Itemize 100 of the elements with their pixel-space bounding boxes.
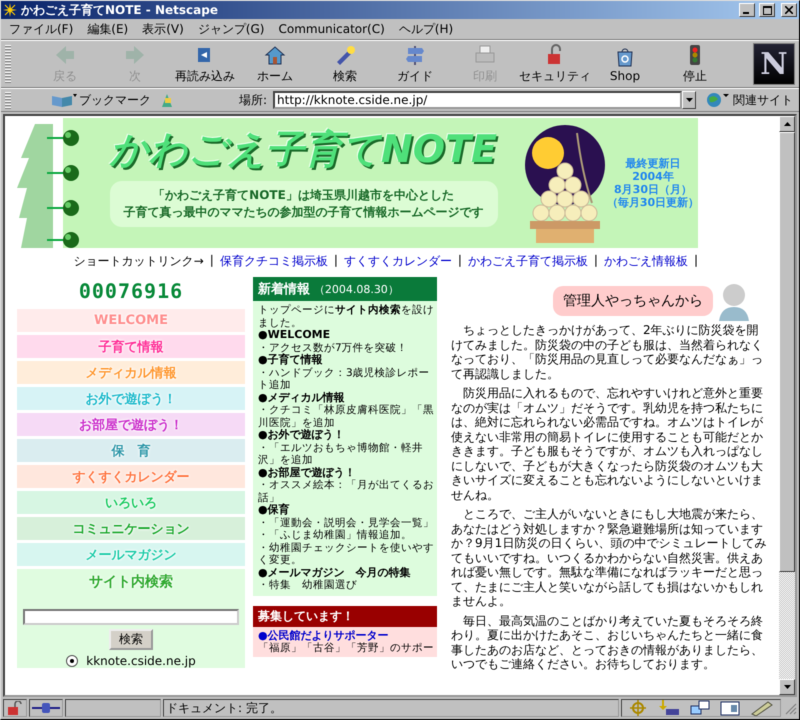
- radio-label: kknote.cside.ne.jp: [86, 654, 196, 668]
- maximize-icon: [762, 6, 772, 14]
- speech-bubble: 管理人やっちゃんから: [553, 286, 713, 316]
- toolbar-button[interactable]: Shop: [591, 43, 659, 85]
- house-icon: [264, 44, 286, 66]
- separator: |: [694, 253, 698, 269]
- maximize-button[interactable]: [759, 3, 775, 17]
- chat-icon[interactable]: [690, 700, 710, 716]
- news-text: ・「ふじま幼稚園」情報追加。: [258, 529, 413, 542]
- news-heading: ●お部屋で遊ぼう！: [258, 466, 357, 479]
- separator: |: [334, 253, 338, 269]
- resize-grip-icon[interactable]: [783, 701, 797, 715]
- right-arrow-icon: [124, 44, 146, 66]
- search-button[interactable]: 検索: [109, 629, 153, 650]
- news-heading: ●お外で遊ぼう！: [258, 429, 346, 442]
- address-card-icon[interactable]: [720, 700, 740, 716]
- news-heading: ●保育: [258, 504, 291, 516]
- related-sites-button[interactable]: 関連サイト: [702, 92, 799, 108]
- recruit-link[interactable]: ●公民館だよりサポーター: [258, 628, 432, 642]
- minimize-button[interactable]: [739, 3, 755, 17]
- scroll-up-button[interactable]: [779, 116, 795, 132]
- recruit-title: 募集しています！: [253, 606, 437, 626]
- news-text: トップページにサイト内検索を設けました。: [258, 304, 434, 329]
- news-text: ・アクセス数が7万件を突破！: [258, 342, 409, 354]
- toolbar-button[interactable]: セキュリティ: [521, 43, 589, 85]
- close-icon: [785, 6, 793, 14]
- plug-icon[interactable]: [32, 702, 60, 714]
- news-text: ・特集 幼稚園選び: [258, 579, 358, 592]
- pen-icon[interactable]: [750, 700, 774, 716]
- shortcut-link[interactable]: 保育クチコミ掲示板: [220, 253, 328, 270]
- sparkle-icon: [3, 3, 17, 17]
- radio-button[interactable]: [66, 655, 78, 667]
- toolbar-button[interactable]: 検索: [311, 43, 379, 85]
- separator: |: [594, 253, 598, 269]
- shortcut-label: ショートカットリンク→: [74, 253, 204, 270]
- close-button[interactable]: [781, 3, 797, 17]
- separator: |: [210, 253, 214, 269]
- menu-item[interactable]: ヘルプ(H): [398, 20, 454, 38]
- news-heading: ●WELCOME: [258, 329, 332, 342]
- article-paragraph: ちょっとしたきっかけがあって、2年ぶりに防災袋を開けてみました。防災袋の中の子ども服は、当然着られなくなっており、「防災用品の見直しって必要なんだなぁ」って再認識しました。: [451, 323, 764, 381]
- status-text: ドキュメント: 完了。: [166, 700, 282, 716]
- news-heading: ●子育て情報: [258, 354, 324, 366]
- article-paragraph: ところで、ご主人がいないときにもし大地震が来たら、あなたはどう対処しますか？緊急避難場所は知っていますか？9月1日防災の日くらい、頭の中でシミュレートしてみてもいいですね。いつくるかわからない自然災害。供えあれば憂い無しです。無駄な準備になればラッキーだと思って、たまにご主人と笑いながら話しても損はないかもしれませんよ。: [451, 507, 768, 608]
- toolbar-button[interactable]: 再読み込み: [171, 43, 239, 85]
- article-paragraph: 毎日、最高気温のことばかり考えていた夏もそろそろ終わり。夏に出かけたあそこ、おじいちゃんたちと一緒に食事したあのお店など、とっておきの情報がありましたら、いつでもご連絡ください。お待ちしております。: [451, 614, 764, 672]
- toolbar-grip[interactable]: [5, 45, 11, 83]
- search-field[interactable]: [23, 609, 239, 625]
- address-field[interactable]: http://kknote.cside.ne.jp/: [273, 91, 682, 109]
- caret-up-icon: [784, 122, 790, 126]
- site-title: かわごえ子育てNOTE: [110, 126, 497, 173]
- separator: |: [458, 253, 462, 269]
- left-arrow-icon: [54, 44, 76, 66]
- inbox-icon[interactable]: [658, 700, 680, 716]
- shortcut-link[interactable]: かわごえ情報板: [604, 253, 688, 270]
- caret-down-icon: [784, 685, 790, 689]
- window-title: かわごえ子育てNOTE - Netscape: [21, 2, 219, 18]
- news-text: ・クチコミ「林原皮膚科医院」「黒川医院」を追加: [258, 404, 434, 428]
- update-text: 8月30日（月）: [614, 183, 692, 196]
- toolbar-grip[interactable]: [5, 91, 11, 109]
- news-text: ・幼稚園チェックシートを使いやすく変更。: [258, 542, 434, 566]
- signpost-icon: [404, 44, 426, 66]
- scroll-down-button[interactable]: [779, 679, 795, 695]
- news-title: 新着情報: [258, 282, 310, 297]
- location-label: 場所:: [239, 92, 268, 108]
- bookmarks-button[interactable]: ブックマーク: [49, 92, 153, 108]
- news-heading: ●メールマガジン 今月の特集: [258, 566, 412, 579]
- globe-icon: [706, 92, 730, 108]
- person-avatar: [717, 281, 751, 321]
- caret-down-icon: [686, 98, 692, 102]
- update-text: 2004年: [632, 170, 674, 183]
- menu-item[interactable]: 表示(V): [142, 20, 184, 38]
- printer-icon: [474, 44, 496, 66]
- padlock-icon[interactable]: [6, 701, 24, 715]
- news-text: ・「エルツおもちゃ博物館・軽井沢」を追加: [258, 442, 424, 466]
- toolbar-button[interactable]: ガイド: [381, 43, 449, 85]
- search-title: サイト内検索: [89, 573, 173, 591]
- book-icon: [51, 92, 77, 108]
- news-text: ・「運動会・説明会・見学会一覧」: [258, 516, 434, 529]
- vertical-scrollbar[interactable]: [779, 116, 795, 695]
- menu-item[interactable]: ジャンプ(G): [198, 20, 264, 38]
- browser-logo: N: [753, 43, 795, 85]
- news-text: ・オススメ絵本：「月が出てくるお話」: [258, 479, 434, 504]
- dropdown-button[interactable]: [682, 91, 696, 109]
- update-text: 最終更新日: [626, 157, 680, 170]
- article-paragraph: 防災用品に入れるもので、忘れやすいけれど意外と重要なのが実は「オムツ」だそうです。乳幼児を持つ私たちには、絶対に忘れられない必需品ですね。オムツはトイレが使えない非常用の簡易トイレに使用することも可能だとかききます。子ども服もそうですが、オムツも入れっぱなしにしないで、子どもが大きくなったら防災袋のオムツも大きいサイズに変えることも忘れないようにしないといけませんね。: [451, 386, 764, 502]
- recruit-text: 「福原」「古谷」「芳野」のサポー: [258, 642, 432, 654]
- toolbar-button[interactable]: ホーム: [241, 43, 309, 85]
- news-date: （2004.08.30）: [314, 283, 399, 296]
- menu-item[interactable]: 編集(E): [87, 20, 128, 38]
- access-counter: 00076916: [78, 279, 184, 303]
- shortcut-link[interactable]: すくすくカレンダー: [344, 253, 452, 270]
- menu-item[interactable]: ファイル(F): [9, 20, 74, 38]
- update-text: （毎月30日更新）: [606, 196, 700, 209]
- news-text: ・ハンドブック：3歳児検診レポート追加: [258, 366, 431, 392]
- shortcut-link[interactable]: かわごえ子育て掲示板: [468, 253, 588, 270]
- tagline: 「かわごえ子育てNOTE」は埼玉県川越市を中心とした 子育て真っ最中のママたちの参加型の子育て情報ホームページです: [110, 181, 498, 227]
- scroll-thumb[interactable]: [779, 132, 795, 572]
- toolbar-button[interactable]: 停止: [661, 43, 729, 85]
- news-heading: ●メディカル情報: [258, 392, 346, 404]
- menu-item[interactable]: Communicator(C): [278, 22, 385, 36]
